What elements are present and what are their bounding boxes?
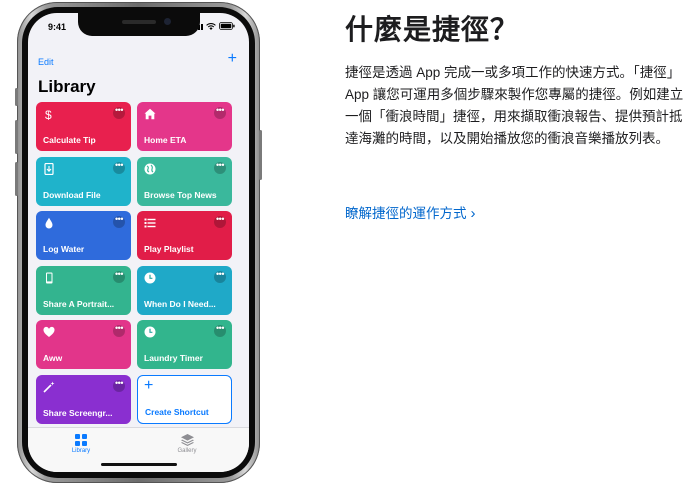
iphone-frame: 9:41 Edit + Library $ ••• Calculate Tip •••…: [15, 2, 262, 483]
add-shortcut-button[interactable]: +: [228, 50, 237, 68]
volume-up-button: [15, 120, 18, 154]
dollar-icon: $: [43, 107, 55, 122]
notch: [77, 13, 200, 36]
water-drop-icon: [43, 216, 55, 229]
shortcut-label: When Do I Need...: [144, 298, 216, 309]
more-options-icon[interactable]: •••: [113, 106, 125, 119]
create-shortcut-tile[interactable]: + Create Shortcut: [137, 374, 232, 424]
shortcut-label: Aww: [43, 353, 63, 363]
heart-icon: [43, 325, 55, 337]
phone-portrait-icon: [43, 271, 55, 283]
svg-text:$: $: [45, 108, 52, 120]
learn-more-label: 瞭解捷徑的運作方式: [345, 206, 467, 221]
more-options-icon[interactable]: •••: [113, 324, 125, 337]
create-shortcut-label: Create Shortcut: [145, 406, 209, 417]
more-options-icon[interactable]: •••: [214, 106, 226, 119]
more-options-icon[interactable]: •••: [113, 215, 125, 228]
shortcut-tile[interactable]: ••• Browse Top News: [137, 156, 232, 206]
list-icon: [144, 216, 156, 228]
tab-gallery-label: Gallery: [177, 448, 197, 454]
shortcut-tile[interactable]: ••• Play Playlist: [137, 211, 232, 260]
clock-icon: [144, 325, 156, 338]
tab-bar: Library Gallery: [28, 427, 249, 472]
learn-more-link[interactable]: 瞭解捷徑的運作方式 ›: [345, 202, 476, 222]
status-time: 9:41: [48, 22, 67, 32]
shortcut-label: Play Playlist: [144, 244, 194, 254]
clock-icon: [144, 271, 156, 283]
page-heading: 什麼是捷徑？: [345, 14, 520, 45]
shortcut-tile[interactable]: ••• Share A Portrait...: [36, 265, 131, 315]
more-options-icon[interactable]: •••: [214, 324, 226, 337]
shortcut-tile[interactable]: ••• Download File: [36, 156, 131, 206]
library-title: Library: [38, 77, 96, 96]
shortcut-label: Calculate Tip: [43, 135, 96, 145]
chevron-right-icon: ›: [470, 205, 476, 222]
grid-icon: [75, 434, 87, 446]
shortcut-grid: $ ••• Calculate Tip ••• Home ETA ••• Download …: [36, 102, 232, 424]
side-button: [259, 130, 262, 180]
shortcut-label: Log Water: [43, 244, 85, 254]
magic-wand-icon: [43, 380, 55, 393]
more-options-icon[interactable]: •••: [113, 160, 125, 174]
more-options-icon[interactable]: •••: [113, 378, 125, 392]
wifi-icon: [206, 23, 216, 30]
battery-icon: [219, 22, 235, 30]
plus-icon: +: [144, 376, 154, 394]
tab-library-label: Library: [71, 448, 91, 454]
layers-icon: [180, 434, 194, 446]
more-options-icon[interactable]: •••: [214, 160, 226, 174]
shortcut-tile[interactable]: ••• Share Screengr...: [36, 374, 131, 424]
shortcut-label: Share Screengr...: [43, 407, 113, 418]
tab-gallery[interactable]: Gallery: [157, 434, 217, 454]
intro-text: 捷徑是透過 App 完成一或多項工作的快速方式。「捷徑」App 讓您可運用多個步…: [345, 65, 684, 146]
shortcut-tile[interactable]: $ ••• Calculate Tip: [36, 102, 131, 151]
shortcut-label: Share A Portrait...: [43, 298, 115, 309]
tab-library[interactable]: Library: [51, 434, 111, 454]
home-indicator[interactable]: [100, 463, 177, 466]
download-file-icon: [43, 162, 55, 175]
shortcut-tile[interactable]: ••• Home ETA: [137, 102, 232, 151]
shortcut-label: Home ETA: [144, 135, 187, 145]
shortcut-tile[interactable]: ••• When Do I Need...: [137, 265, 232, 315]
more-options-icon[interactable]: •••: [113, 269, 125, 283]
shortcut-label: Download File: [43, 189, 101, 200]
shortcut-label: Laundry Timer: [144, 353, 203, 363]
intro-paragraph: 捷徑是透過 App 完成一或多項工作的快速方式。「捷徑」App 讓您可運用多個步…: [345, 62, 690, 150]
shortcut-tile[interactable]: ••• Log Water: [36, 211, 131, 260]
globe-icon: [144, 162, 156, 174]
shortcut-label: Browse Top News: [144, 189, 217, 200]
home-icon: [144, 107, 156, 120]
edit-button[interactable]: Edit: [38, 57, 54, 67]
phone-screen: 9:41 Edit + Library $ ••• Calculate Tip •••…: [28, 13, 249, 472]
more-options-icon[interactable]: •••: [214, 269, 226, 283]
shortcut-tile[interactable]: ••• Laundry Timer: [137, 320, 232, 369]
shortcut-tile[interactable]: ••• Aww: [36, 320, 131, 369]
volume-down-button: [15, 162, 18, 196]
mute-switch: [15, 88, 18, 106]
more-options-icon[interactable]: •••: [214, 215, 226, 228]
